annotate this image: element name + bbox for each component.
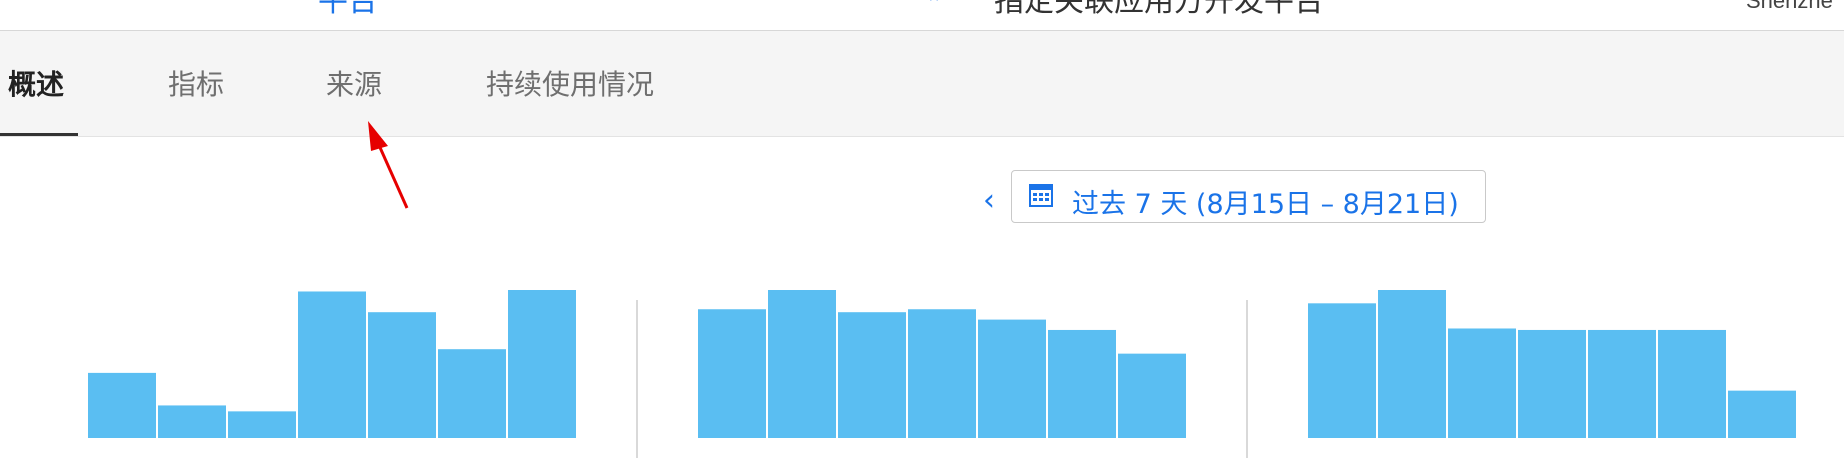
chart-2-bar-5 bbox=[978, 319, 1046, 438]
chart-3-bar-1 bbox=[1308, 303, 1376, 438]
chart-1-bar-2 bbox=[158, 405, 226, 438]
chart-3-bar-7 bbox=[1728, 390, 1796, 438]
header-left-text[interactable]: 平台 bbox=[318, 0, 378, 20]
chart-3-bar-2 bbox=[1378, 290, 1446, 438]
tab-overview[interactable]: 概述 bbox=[8, 63, 64, 103]
link-icon: ‹› bbox=[922, 0, 946, 11]
date-range-label: 过去 7 天 (8月15日 – 8月21日) bbox=[1072, 189, 1459, 220]
chart-1-bar-5 bbox=[368, 312, 436, 438]
chart-3-bar-6 bbox=[1658, 329, 1726, 438]
calendar-icon bbox=[1029, 184, 1053, 207]
chart-2-bar-2 bbox=[768, 290, 836, 438]
chart-2-bar-7 bbox=[1118, 353, 1186, 438]
chart-1-bar-6 bbox=[438, 349, 506, 438]
chart-1-bar-1 bbox=[88, 372, 156, 438]
chart-2-bar-6 bbox=[1048, 329, 1116, 438]
tab-source[interactable]: 来源 bbox=[326, 63, 382, 103]
mini-bar-charts bbox=[88, 290, 1796, 438]
chevron-left-icon[interactable]: ‹ bbox=[983, 183, 995, 218]
top-strip: 平台 ‹› 指定关联应用方开发平台 Shenzhe bbox=[0, 0, 1844, 30]
chart-1-bar-4 bbox=[298, 291, 366, 438]
tab-retention[interactable]: 持续使用情况 bbox=[486, 63, 654, 103]
chart-2-bar-4 bbox=[908, 309, 976, 438]
chart-3-bar-5 bbox=[1588, 329, 1656, 438]
chart-2-bar-3 bbox=[838, 312, 906, 438]
chart-3-bar-3 bbox=[1448, 328, 1516, 438]
tab-metrics[interactable]: 指标 bbox=[168, 63, 224, 103]
active-tab-indicator bbox=[0, 133, 78, 136]
chart-3-bar-4 bbox=[1518, 329, 1586, 438]
chart-1-bar-3 bbox=[228, 411, 296, 438]
header-center-text: 指定关联应用方开发平台 bbox=[994, 0, 1324, 19]
tab-bar: 概述 指标 来源 持续使用情况 bbox=[0, 31, 1844, 137]
chart-2-bar-1 bbox=[698, 309, 766, 438]
date-range-button[interactable]: 过去 7 天 (8月15日 – 8月21日) bbox=[1011, 170, 1486, 223]
header-right-text: Shenzhe bbox=[1746, 0, 1833, 13]
chart-1-bar-7 bbox=[508, 290, 576, 438]
